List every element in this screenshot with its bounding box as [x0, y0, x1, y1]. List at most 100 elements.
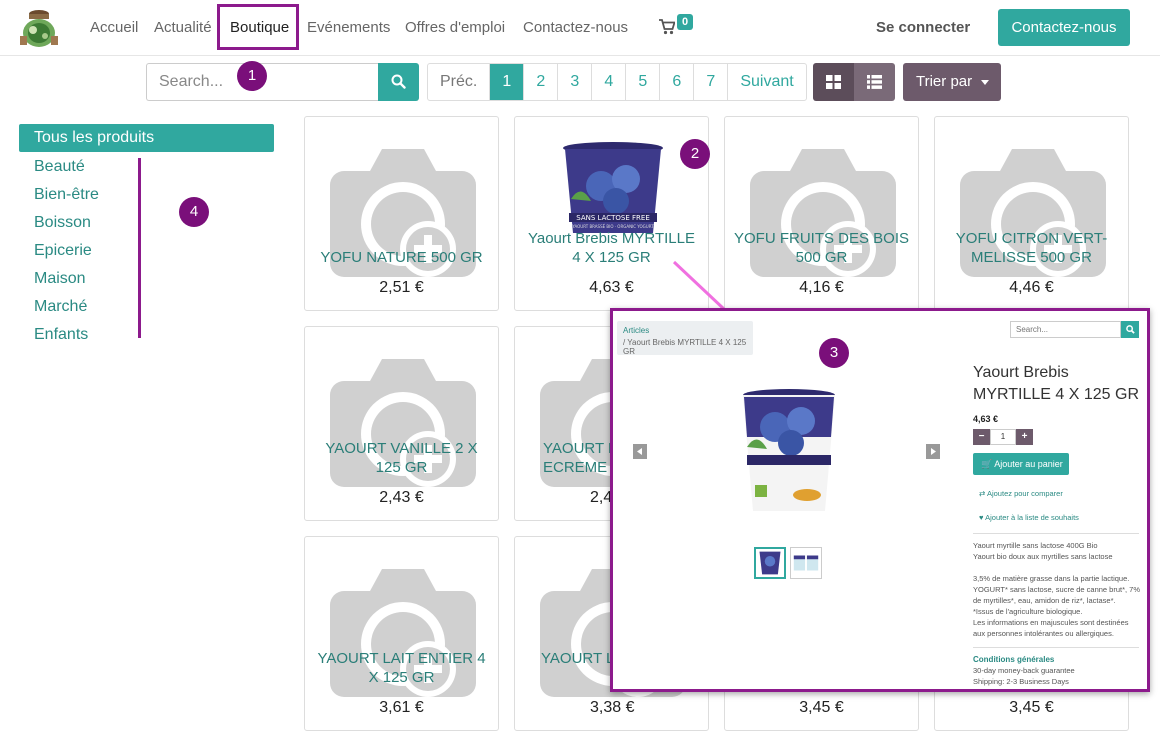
nav-evenements[interactable]: Evénements [307, 19, 390, 36]
category-enfants[interactable]: Enfants [34, 326, 88, 344]
list-view-button[interactable] [854, 63, 895, 101]
chevron-right-icon [931, 448, 936, 455]
divider [973, 647, 1139, 648]
pager-page-1[interactable]: 1 [490, 64, 525, 100]
product-price: 4,46 € [1009, 279, 1054, 296]
cup-label-text: SANS LACTOSE FREE [576, 214, 650, 222]
search-icon [391, 74, 406, 89]
product-title: Yaourt Brebis MYRTILLE 4 X 125 GR [973, 364, 1139, 403]
category-boisson[interactable]: Boisson [34, 214, 91, 232]
detail-search-button[interactable] [1121, 321, 1139, 338]
description-line: YOGURT* sans lactose, sucre de canne bru… [973, 585, 1141, 594]
nav-contactez-nous[interactable]: Contactez-nous [523, 19, 628, 36]
cart-count-badge: 0 [677, 14, 693, 30]
annotation-2: 2 [680, 139, 710, 169]
quantity-stepper: − 1 + [973, 429, 1033, 445]
description-line: 3,5% de matière grasse dans la partie la… [973, 574, 1130, 583]
pager-prev[interactable]: Préc. [428, 64, 491, 100]
list-icon [867, 75, 882, 89]
product-price: 3,61 € [379, 699, 424, 716]
category-bien-etre[interactable]: Bien-être [34, 186, 99, 204]
description-line: aux personnes intolérantes ou allergique… [973, 629, 1114, 638]
product-thumbnail[interactable] [790, 547, 822, 579]
add-to-cart-label: Ajouter au panier [994, 459, 1063, 469]
product-detail-zoom: Articles / Yaourt Brebis MYRTILLE 4 X 12… [610, 308, 1150, 692]
carousel-prev-button[interactable] [633, 444, 647, 459]
guarantee-text: 30-day money-back guarantee [973, 666, 1075, 675]
product-card[interactable]: YOFU NATURE 500 GR 2,51 € [304, 116, 499, 311]
product-card[interactable]: YOFU CITRON VERT-MELISSE 500 GR 4,46 € [934, 116, 1129, 311]
product-thumbnail[interactable] [754, 547, 786, 579]
pager-next[interactable]: Suivant [728, 64, 805, 100]
site-logo-icon[interactable] [16, 6, 62, 48]
category-marche[interactable]: Marché [34, 298, 87, 316]
wishlist-label: Ajouter à la liste de souhaits [985, 513, 1079, 522]
product-name[interactable]: YOFU FRUITS DES BOIS 500 GR [733, 229, 910, 267]
wishlist-link[interactable]: ♥ Ajouter à la liste de souhaits [979, 513, 1079, 522]
pager-page-3[interactable]: 3 [558, 64, 593, 100]
compare-icon: ⇄ [979, 489, 986, 498]
pager-page-2[interactable]: 2 [524, 64, 559, 100]
annotation-3: 3 [819, 338, 849, 368]
pager-page-5[interactable]: 5 [626, 64, 661, 100]
divider [973, 533, 1139, 534]
nav-offres-emploi[interactable]: Offres d'emploi [405, 19, 505, 36]
caret-down-icon [981, 80, 989, 85]
breadcrumb: Articles / Yaourt Brebis MYRTILLE 4 X 12… [617, 321, 753, 356]
heart-icon: ♥ [979, 513, 984, 522]
annotation-1: 1 [237, 61, 267, 91]
product-price: 2,51 € [379, 279, 424, 296]
category-maison[interactable]: Maison [34, 270, 86, 288]
description-line: Yaourt myrtille sans lactose 400G Bio [973, 541, 1098, 550]
product-main-image [743, 389, 835, 511]
pager-page-4[interactable]: 4 [592, 64, 627, 100]
description-line: de myrtilles*, eau, amidon de riz*, lact… [973, 596, 1116, 605]
description-line: *Issus de l'agriculture biologique. [973, 607, 1083, 616]
product-name[interactable]: YOFU NATURE 500 GR [313, 248, 490, 267]
qty-value[interactable]: 1 [990, 429, 1016, 445]
conditions-title[interactable]: Conditions générales [973, 655, 1054, 664]
grid-icon [826, 75, 841, 89]
pager-page-7[interactable]: 7 [694, 64, 729, 100]
chevron-left-icon [637, 448, 642, 455]
search-icon [1126, 325, 1135, 334]
top-navbar: Accueil Actualité Boutique Evénements Of… [0, 0, 1160, 56]
carousel-next-button[interactable] [926, 444, 940, 459]
product-price: 2,43 € [379, 489, 424, 506]
product-card[interactable]: YAOURT LAIT ENTIER 4 X 125 GR 3,61 € [304, 536, 499, 731]
nav-accueil[interactable]: Accueil [90, 19, 138, 36]
compare-link[interactable]: ⇄ Ajoutez pour comparer [979, 489, 1063, 498]
grid-view-button[interactable] [813, 63, 854, 101]
product-name[interactable]: YAOURT VANILLE 2 X 125 GR [313, 439, 490, 477]
category-epicerie[interactable]: Epicerie [34, 242, 92, 260]
category-beaute[interactable]: Beauté [34, 158, 85, 176]
nav-actualite[interactable]: Actualité [154, 19, 212, 36]
view-toggle [813, 63, 895, 101]
boutique-highlight-box [217, 4, 299, 50]
qty-minus-button[interactable]: − [973, 429, 990, 445]
search-button[interactable] [378, 63, 419, 101]
contact-button[interactable]: Contactez-nous [998, 9, 1130, 46]
add-to-cart-button[interactable]: 🛒 Ajouter au panier [973, 453, 1069, 475]
signin-link[interactable]: Se connecter [876, 19, 970, 36]
yogurt-cup-image: SANS LACTOSE FREE YAOURT BRASSÉ BIO · OR… [563, 142, 663, 233]
compare-label: Ajoutez pour comparer [986, 489, 1063, 498]
description-line: Yaourt bio doux aux myrtilles sans lacto… [973, 552, 1113, 561]
product-price: 3,38 € [590, 699, 635, 716]
detail-search-input[interactable] [1010, 321, 1121, 338]
category-all-products[interactable]: Tous les produits [19, 124, 274, 152]
pager-page-6[interactable]: 6 [660, 64, 695, 100]
product-price: 3,45 € [799, 699, 844, 716]
cart-icon: 🛒 [981, 459, 993, 469]
product-card[interactable]: YAOURT VANILLE 2 X 125 GR 2,43 € [304, 326, 499, 521]
product-name[interactable]: YAOURT LAIT ENTIER 4 X 125 GR [313, 649, 490, 687]
sort-dropdown[interactable]: Trier par [903, 63, 1001, 101]
shipping-text: Shipping: 2-3 Business Days [973, 677, 1069, 686]
annotation-4: 4 [179, 197, 209, 227]
qty-plus-button[interactable]: + [1016, 429, 1033, 445]
breadcrumb-articles[interactable]: Articles [623, 326, 753, 335]
shopping-cart-icon[interactable] [659, 19, 675, 35]
product-name[interactable]: YOFU CITRON VERT-MELISSE 500 GR [943, 229, 1120, 267]
product-price: 3,45 € [1009, 699, 1054, 716]
category-annotation-line [138, 158, 141, 338]
